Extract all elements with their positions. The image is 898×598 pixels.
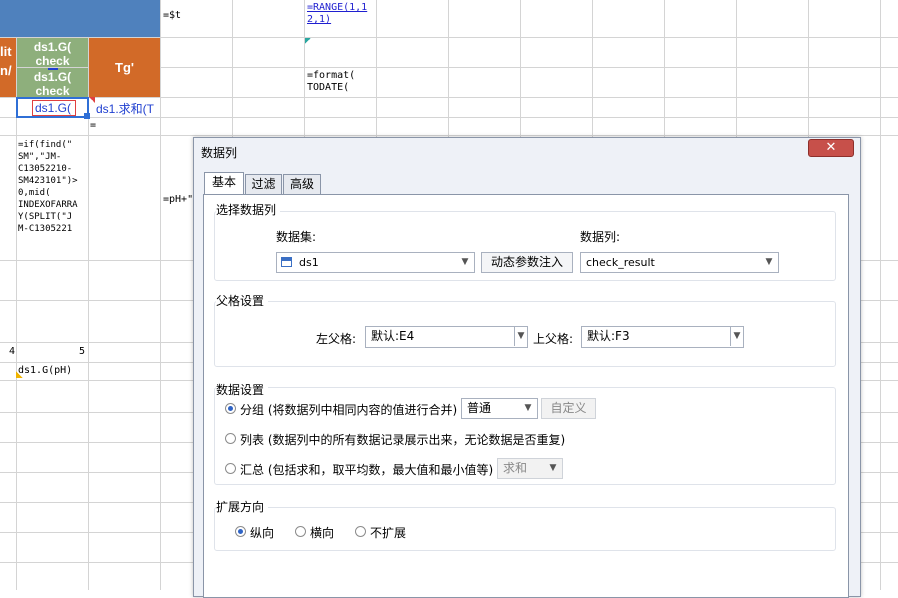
summary-mode-select[interactable]: 求和 ▼ (497, 458, 563, 479)
section-title: 父格设置 (216, 292, 269, 309)
dialog-titlebar[interactable]: 数据列 ✕ (194, 138, 860, 164)
range-line: =RANGE(1,1 (307, 2, 368, 13)
section-title: 扩展方向 (216, 498, 269, 515)
formula-line: =if(find(" (18, 140, 73, 150)
section-title: 选择数据列 (216, 201, 281, 218)
row-number: 4 (9, 346, 16, 357)
radio-no-expand[interactable] (355, 526, 366, 537)
left-parent-select[interactable]: 默认:E4 ▼ (365, 326, 528, 348)
range-line: 2,1) (307, 14, 332, 25)
radio-vertical[interactable] (235, 526, 246, 537)
custom-button[interactable]: 自定义 (541, 398, 596, 419)
cell-check-group-1[interactable]: ds1.G( check (17, 38, 88, 67)
vertical-option-label[interactable]: 纵向 (250, 524, 274, 541)
header-band (0, 0, 160, 37)
tab-panel-basic: 选择数据列 数据集: ds1 ▼ 动态参数注入 数据列: check_resul… (203, 194, 849, 598)
group-mode-value: 普通 (467, 401, 492, 415)
cell-text: ds1.G( (33, 40, 72, 54)
cell-text: check (35, 54, 70, 67)
top-parent-value: 默认:F3 (587, 329, 630, 343)
row-number: 5 (79, 346, 86, 357)
cell-format-formula[interactable]: =format( TODATE( (307, 70, 375, 98)
radio-summary[interactable] (225, 463, 236, 474)
radio-horizontal[interactable] (295, 526, 306, 537)
cell-equals[interactable]: = (90, 120, 110, 134)
summary-option-label[interactable]: 汇总 (包括求和，取平均数，最大值和最小值等) (240, 461, 493, 478)
header-cell-tg[interactable]: Tg' (89, 38, 160, 97)
column-value: check_result (586, 256, 655, 269)
header-cell-split[interactable]: lit n/ (0, 38, 16, 97)
formula-line: SM423101")> (18, 176, 78, 186)
cell-sum[interactable]: ds1.求和(T (96, 100, 160, 116)
list-option-label[interactable]: 列表 (数据列中的所有数据记录展示出来，无论数据是否重复) (240, 431, 565, 448)
grid-line (0, 135, 898, 136)
chevron-down-icon: ▼ (549, 463, 557, 473)
cell-range-formula[interactable]: =RANGE(1,1 2,1) (307, 2, 375, 34)
tab-filter[interactable]: 过滤 (245, 174, 282, 194)
cell-text: ds1.G( (33, 70, 72, 84)
summary-mode-value: 求和 (503, 461, 528, 475)
cell-t-var[interactable]: =$t (163, 10, 229, 26)
cell-ph-formula[interactable]: =pH+" (163, 194, 193, 208)
top-parent-label: 上父格: (533, 332, 574, 346)
selected-cell[interactable]: ds1.G( (16, 97, 89, 118)
radio-list[interactable] (225, 433, 236, 444)
formula-line: TODATE( (307, 82, 350, 93)
left-parent-label: 左父格: (316, 332, 357, 346)
grid-line (0, 97, 898, 98)
chevron-down-icon: ▼ (514, 327, 527, 346)
cell-check-group-2[interactable]: ds1.G( check (17, 68, 88, 97)
grid-line (0, 117, 898, 118)
formula-line: M-C1305221 (18, 224, 73, 234)
tab-advanced[interactable]: 高级 (283, 174, 321, 194)
horizontal-option-label[interactable]: 横向 (310, 524, 334, 541)
cell-ph-group[interactable]: ds1.G(pH) (18, 365, 88, 379)
data-column-dialog[interactable]: 数据列 ✕ 基本 过滤 高级 选择数据列 数据集: ds1 ▼ 动态参数注入 数… (193, 137, 861, 598)
group-mode-select[interactable]: 普通 ▼ (461, 398, 538, 419)
chevron-down-icon: ▼ (461, 257, 469, 267)
header-text: n/ (0, 63, 12, 78)
dataset-label: 数据集: (276, 230, 317, 244)
formula-line: C13052210- (18, 164, 73, 174)
column-select[interactable]: check_result ▼ (580, 252, 779, 273)
top-parent-select[interactable]: 默认:F3 ▼ (581, 326, 744, 348)
chevron-down-icon: ▼ (730, 327, 743, 346)
dataset-select[interactable]: ds1 ▼ (276, 252, 475, 273)
section-title: 数据设置 (216, 381, 269, 398)
formula-line: 0,mid( (18, 188, 51, 198)
table-icon (281, 257, 292, 267)
left-parent-value: 默认:E4 (371, 329, 415, 343)
close-button[interactable]: ✕ (808, 139, 854, 157)
formula-line: INDEXOFARRA (18, 200, 78, 210)
cell-if-formula[interactable]: =if(find(" SM","JM- C13052210- SM423101")> 0… (18, 139, 88, 260)
chevron-down-icon: ▼ (524, 403, 532, 413)
dataset-value: ds1 (299, 256, 319, 269)
cell-marker (305, 38, 311, 44)
group-option-label[interactable]: 分组 (将数据列中相同内容的值进行合并) (240, 401, 457, 418)
no-expand-option-label[interactable]: 不扩展 (370, 524, 406, 541)
close-icon: ✕ (825, 140, 837, 155)
fill-handle[interactable] (84, 113, 90, 119)
radio-group[interactable] (225, 403, 236, 414)
column-label: 数据列: (580, 230, 621, 244)
cell-text: check (35, 84, 70, 97)
formula-line: Y(SPLIT("J (18, 212, 73, 222)
selected-cell-text: ds1.G( (32, 100, 76, 116)
tab-basic[interactable]: 基本 (204, 172, 244, 195)
expand-direction-group (214, 507, 836, 551)
formula-line: SM","JM- (18, 152, 62, 162)
cell-marker (89, 97, 95, 103)
dialog-title: 数据列 (201, 146, 238, 160)
dynamic-param-button[interactable]: 动态参数注入 (481, 252, 573, 273)
chevron-down-icon: ▼ (765, 257, 773, 267)
formula-line: =format( (307, 70, 356, 81)
expand-arrow-icon (48, 68, 58, 72)
cell-marker (16, 371, 23, 378)
header-text: lit (0, 44, 12, 59)
